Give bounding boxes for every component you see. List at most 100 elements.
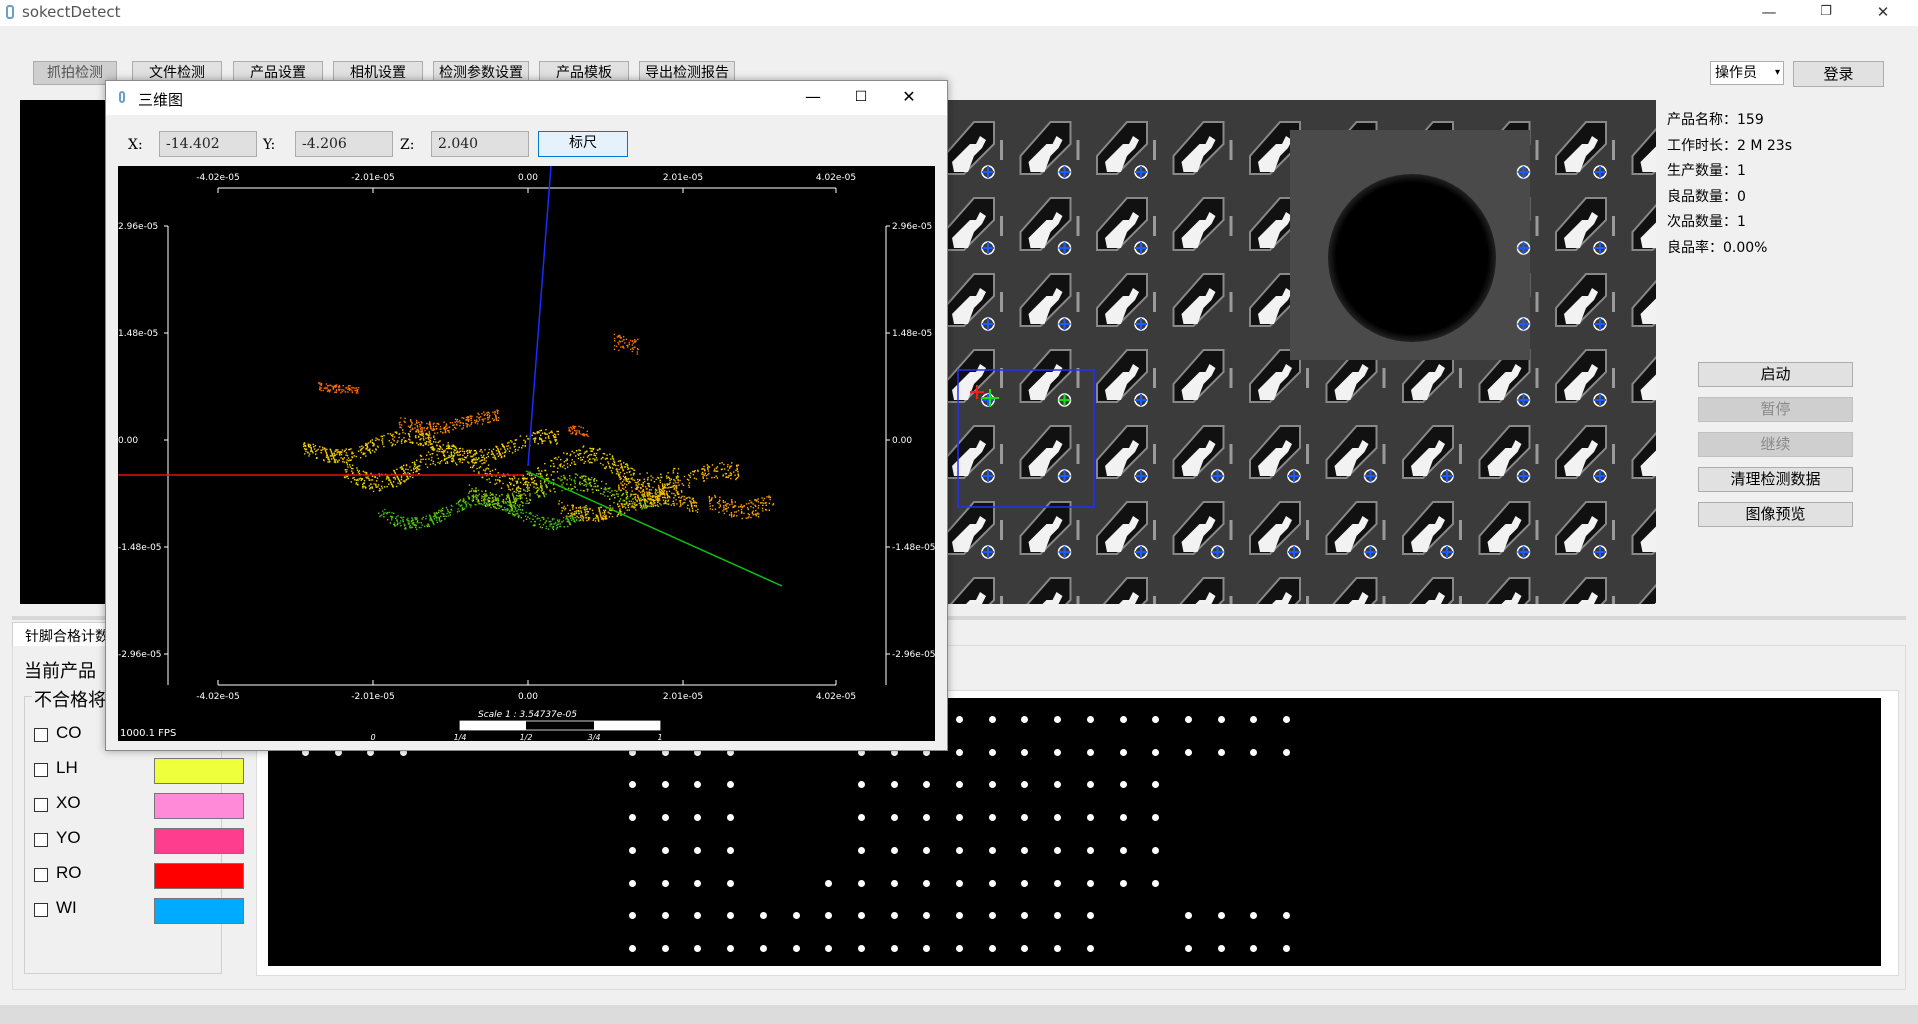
- pin-dot: [759, 912, 767, 919]
- role-select-value: 操作员: [1715, 65, 1757, 81]
- tab-pin-count[interactable]: 针脚合格计数: [12, 622, 112, 646]
- pin-dot: [956, 814, 963, 821]
- app-window: sokectDetect — ❐ ✕ 抓拍检测 文件检测 产品设置 相机设置 检…: [0, 0, 1918, 1024]
- pin-dot: [661, 814, 669, 821]
- pin-dot: [1054, 781, 1062, 788]
- pin-dot: [1119, 781, 1127, 788]
- restore-button[interactable]: ❐: [1803, 0, 1849, 26]
- pin-dot: [694, 781, 702, 788]
- pin-dot: [1021, 781, 1029, 788]
- pin-dot: [629, 945, 636, 952]
- x-tick-top: 4.02e-05: [816, 173, 856, 183]
- 3d-viewport[interactable]: -4.02e-05 -4.02e-05 -2.01e-05 -2.01e-05 0.00…: [118, 165, 936, 742]
- pause-button[interactable]: 暂停: [1698, 397, 1853, 422]
- defect-legend-title: 不合格将: [32, 686, 108, 712]
- pin-dot: [1184, 945, 1192, 952]
- pin-dot: [1021, 814, 1029, 821]
- image-preview-button[interactable]: 图像预览: [1698, 502, 1853, 527]
- pin-dot: [890, 912, 898, 919]
- pin-dot: [727, 814, 735, 821]
- close-button[interactable]: ✕: [1860, 0, 1906, 26]
- dialog-app-icon: [119, 91, 125, 103]
- defect-count: 次品数量：1: [1667, 214, 1746, 230]
- ro-checkbox[interactable]: [34, 868, 48, 882]
- pin-dot: [1250, 945, 1258, 952]
- y-tick-right: 1.48e-05: [892, 329, 932, 339]
- login-button[interactable]: 登录: [1793, 61, 1884, 87]
- pin-dot: [629, 781, 636, 788]
- wi-color-swatch[interactable]: [154, 898, 244, 924]
- pin-dot: [857, 847, 865, 854]
- pin-dot: [890, 847, 898, 854]
- scale-tick: 1/2: [520, 733, 533, 741]
- pin-dot: [694, 847, 702, 854]
- pin-dot: [1021, 716, 1029, 723]
- pin-dot: [694, 945, 702, 952]
- pin-dot: [1054, 749, 1062, 756]
- minimize-button[interactable]: —: [1746, 0, 1792, 26]
- pin-dot: [890, 814, 898, 821]
- pin-dot: [825, 945, 833, 952]
- pin-dot: [1021, 945, 1029, 952]
- pin-dot: [1184, 749, 1192, 756]
- pin-dot: [857, 781, 865, 788]
- ro-color-swatch[interactable]: [154, 863, 244, 889]
- z-value-field[interactable]: 2.040: [431, 131, 529, 157]
- role-select[interactable]: 操作员 ▾: [1710, 61, 1784, 85]
- x-value-field[interactable]: -14.402: [159, 131, 257, 157]
- status-bar: [0, 1005, 1918, 1024]
- pin-dot: [1086, 814, 1094, 821]
- ruler-button[interactable]: 标尺: [538, 131, 628, 157]
- lh-color-swatch[interactable]: [154, 758, 244, 784]
- pin-dot: [629, 880, 636, 887]
- dialog-close-button[interactable]: ✕: [886, 81, 932, 115]
- dialog-maximize-button[interactable]: ☐: [838, 81, 884, 115]
- pin-dot: [1250, 912, 1258, 919]
- pin-dot: [857, 912, 865, 919]
- stats-panel: 产品名称：159 工作时长：2 M 23s 生产数量：1 良品数量：0 次品数量…: [1667, 108, 1792, 261]
- pin-dot: [1054, 847, 1062, 854]
- dialog-minimize-button[interactable]: —: [790, 81, 836, 115]
- lh-checkbox[interactable]: [34, 763, 48, 777]
- resume-button[interactable]: 继续: [1698, 432, 1853, 457]
- pin-dot: [661, 880, 669, 887]
- yo-checkbox[interactable]: [34, 833, 48, 847]
- xo-color-swatch[interactable]: [154, 793, 244, 819]
- x-label: X:: [128, 137, 143, 153]
- camera-image-svg: [940, 100, 1656, 604]
- ro-label: RO: [56, 863, 82, 882]
- scale-tick: 3/4: [588, 733, 601, 741]
- pin-dot: [923, 781, 931, 788]
- pin-dot: [825, 912, 833, 919]
- pin-dot: [890, 880, 898, 887]
- pin-dot: [923, 945, 931, 952]
- pin-dot: [759, 945, 767, 952]
- work-time: 工作时长：2 M 23s: [1667, 137, 1792, 154]
- pin-dot: [727, 945, 735, 952]
- pin-dot: [956, 880, 963, 887]
- wi-checkbox[interactable]: [34, 903, 48, 917]
- yo-color-swatch[interactable]: [154, 828, 244, 854]
- fps-readout: 1000.1 FPS: [120, 728, 176, 739]
- pin-dot: [956, 749, 963, 756]
- pin-dot: [1086, 781, 1094, 788]
- y-tick-right: 2.96e-05: [892, 222, 932, 232]
- y-value-field[interactable]: -4.206: [295, 131, 393, 157]
- pin-dot: [1119, 880, 1127, 887]
- pin-dot: [923, 847, 931, 854]
- pin-dot: [1152, 814, 1160, 821]
- pin-dot: [1152, 880, 1160, 887]
- pin-dot: [1086, 880, 1094, 887]
- pin-dot: [1152, 716, 1160, 723]
- pin-dot: [1217, 716, 1225, 723]
- clear-data-button[interactable]: 清理检测数据: [1698, 467, 1853, 492]
- co-checkbox[interactable]: [34, 728, 48, 742]
- pin-dot: [629, 912, 636, 919]
- pin-dot: [923, 814, 931, 821]
- start-button[interactable]: 启动: [1698, 362, 1853, 387]
- xo-checkbox[interactable]: [34, 798, 48, 812]
- 3d-view-dialog: 三维图 — ☐ ✕ X: -14.402 Y: -4.206 Z: 2.040 …: [105, 80, 948, 751]
- dialog-title-bar[interactable]: 三维图 — ☐ ✕: [106, 81, 947, 115]
- scale-bar-segment-2: [594, 721, 660, 730]
- chevron-down-icon: ▾: [1774, 67, 1780, 78]
